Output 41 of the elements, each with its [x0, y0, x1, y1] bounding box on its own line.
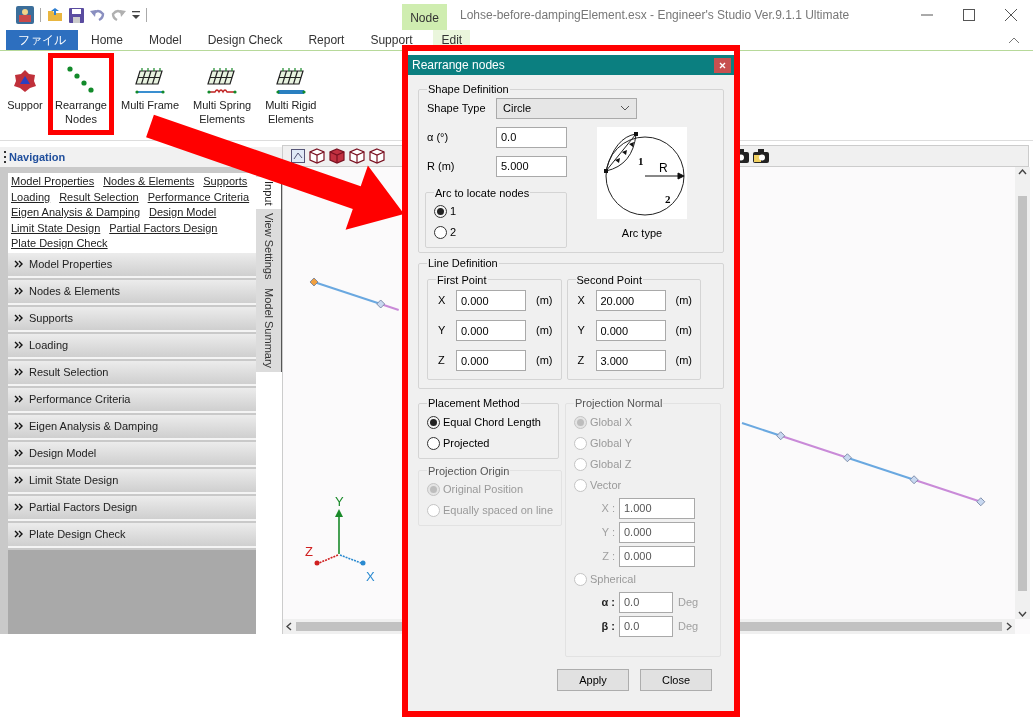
group-label: Placement Method	[427, 396, 521, 411]
context-tab-header: Node	[402, 4, 447, 30]
axis-label: Z	[576, 353, 586, 369]
arc-label: 2	[665, 192, 671, 205]
unit-label: (m)	[536, 293, 553, 309]
unit-label: (m)	[536, 323, 553, 339]
arc-label: R	[659, 160, 668, 175]
axis-label: Y	[335, 494, 344, 509]
axis-label: X	[576, 293, 586, 309]
unit-label: (m)	[675, 353, 692, 369]
field-label: X :	[600, 500, 616, 516]
group-label: Projection Normal	[574, 396, 664, 411]
group-label: Shape Definition	[427, 82, 510, 97]
group-label: Projection Origin	[427, 463, 511, 479]
field-label: R (m)	[427, 158, 456, 174]
unit-label: Deg	[678, 618, 699, 634]
unit-label: (m)	[675, 293, 692, 309]
dialog-title: Rearrange nodes	[412, 57, 505, 74]
group-label: Second Point	[575, 272, 643, 288]
axis-label: Y	[576, 323, 586, 339]
field-label: α :	[600, 594, 616, 610]
window-title: Lohse-before-dampingElement.esx - Engineer's Studio Ver.9.1.1 Ultimate	[460, 7, 850, 24]
axis-label: Z	[305, 544, 313, 559]
unit-label: (m)	[675, 323, 692, 339]
group-label: Arc to locate nodes	[434, 185, 531, 201]
unit-label: (m)	[536, 353, 553, 369]
axis-label: X	[437, 293, 447, 309]
axis-label: Z	[437, 353, 446, 369]
arc-label: 1	[638, 154, 644, 167]
unit-label: Deg	[678, 594, 699, 610]
group-label: First Point	[436, 272, 488, 288]
field-label: β :	[600, 618, 616, 634]
field-label: Z :	[601, 548, 616, 564]
group-label: Line Definition	[427, 256, 499, 271]
axis-label: X	[366, 569, 375, 584]
diagram-caption: Arc type	[621, 225, 663, 241]
field-label: Shape Type	[427, 100, 487, 116]
field-label: Y :	[600, 524, 616, 540]
field-label: α (°)	[427, 129, 450, 145]
panel-title: Navigation	[9, 149, 66, 165]
axis-label: Y	[437, 323, 447, 339]
